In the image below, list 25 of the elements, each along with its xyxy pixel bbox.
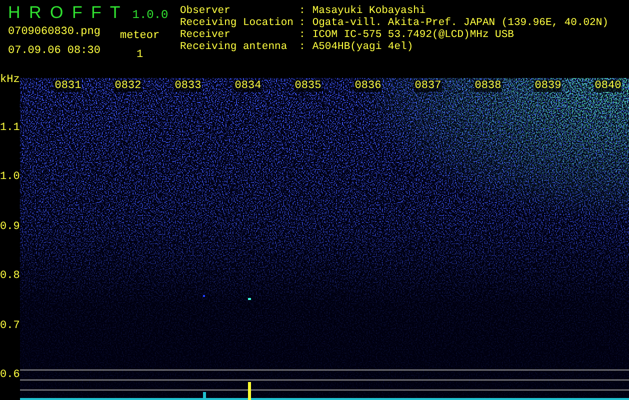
axis-label: 1.0: [0, 170, 20, 185]
meteor-count: 1: [136, 49, 144, 61]
file-name: 0709060830.png: [8, 26, 102, 38]
axis-unit: kHz: [0, 72, 20, 88]
meteor-label: meteor: [120, 30, 160, 42]
axis-label: 0.7: [0, 318, 20, 334]
info-label: Receiver: [180, 29, 232, 41]
date-time: 07.09.06 08:30: [8, 45, 102, 57]
info-value: Ogata-vill. Akita-Pref. JAPAN (139.96E, 40.02N): [312, 17, 608, 29]
info-value: A504HB(yagi 4el): [312, 41, 414, 53]
app-version: 1.0.0: [132, 7, 168, 23]
colon-separator: :: [299, 29, 306, 41]
axis-label: 0.9: [0, 220, 20, 234]
axis-label: 0.8: [0, 269, 20, 284]
axis-label: 0.6: [0, 368, 20, 383]
info-value: Masayuki Kobayashi: [312, 5, 426, 17]
colon-separator: :: [299, 17, 306, 29]
axis-label: 1.1: [0, 120, 20, 136]
colon-separator: :: [299, 5, 306, 17]
colon-separator: :: [299, 41, 306, 53]
info-label: Observer: [180, 5, 232, 17]
app-title: H R O F F T: [8, 3, 122, 23]
info-label: Receiving Location: [180, 17, 294, 29]
info-label: Receiving antenna: [180, 41, 288, 53]
info-value: ICOM IC-575 53.7492(@LCD)MHz USB: [312, 29, 514, 41]
